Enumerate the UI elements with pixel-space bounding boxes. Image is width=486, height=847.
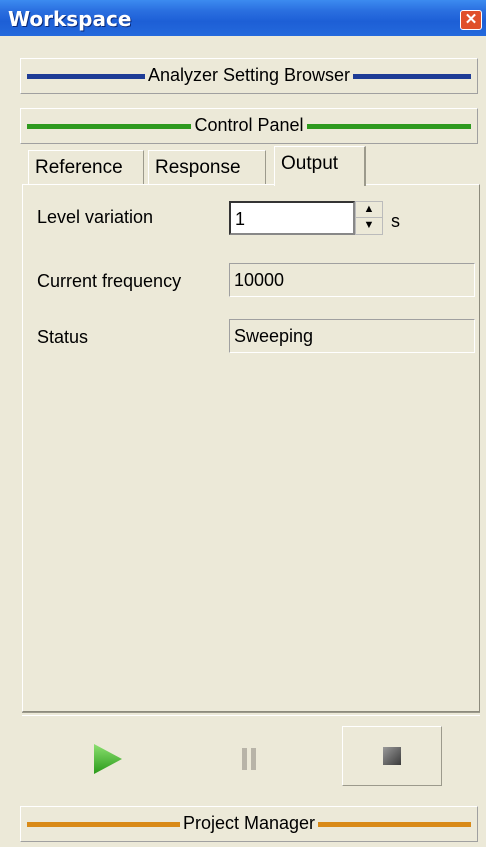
current-frequency-label: Current frequency [37,271,182,291]
current-frequency-field: 10000 [229,263,475,297]
play-icon [94,744,122,774]
workspace-window: Workspace ✕ Analyzer Setting Browser Con… [0,0,486,847]
title-bar: Workspace ✕ [0,0,486,36]
analyzer-setting-browser-bar[interactable]: Analyzer Setting Browser [20,58,478,94]
spin-up-icon[interactable]: ▲ [356,202,382,218]
control-panel-bar[interactable]: Control Panel [20,108,478,144]
output-panel: Level variation 1 ▲ ▼ s Current frequenc… [22,184,480,712]
close-icon[interactable]: ✕ [460,10,482,30]
level-variation-input[interactable]: 1 [229,201,355,235]
project-manager-label: Project Manager [179,813,319,833]
play-button[interactable] [52,728,152,788]
analyzer-setting-browser-label: Analyzer Setting Browser [144,65,354,85]
transport-controls [22,716,480,796]
tab-output[interactable]: Output [274,146,366,186]
pause-button[interactable] [200,728,300,788]
spin-down-icon[interactable]: ▼ [356,218,382,233]
stop-icon [383,747,401,765]
tab-response[interactable]: Response [148,150,266,184]
pause-icon [242,748,256,770]
tab-reference[interactable]: Reference [28,150,144,184]
status-label: Status [37,327,89,347]
status-field: Sweeping [229,319,475,353]
window-title: Workspace [8,7,132,31]
level-variation-label: Level variation [37,207,154,227]
level-variation-unit: s [391,211,400,231]
stop-button[interactable] [342,726,442,786]
project-manager-bar[interactable]: Project Manager [20,806,478,842]
level-variation-spinner[interactable]: ▲ ▼ [355,201,383,235]
control-panel-label: Control Panel [191,115,307,135]
